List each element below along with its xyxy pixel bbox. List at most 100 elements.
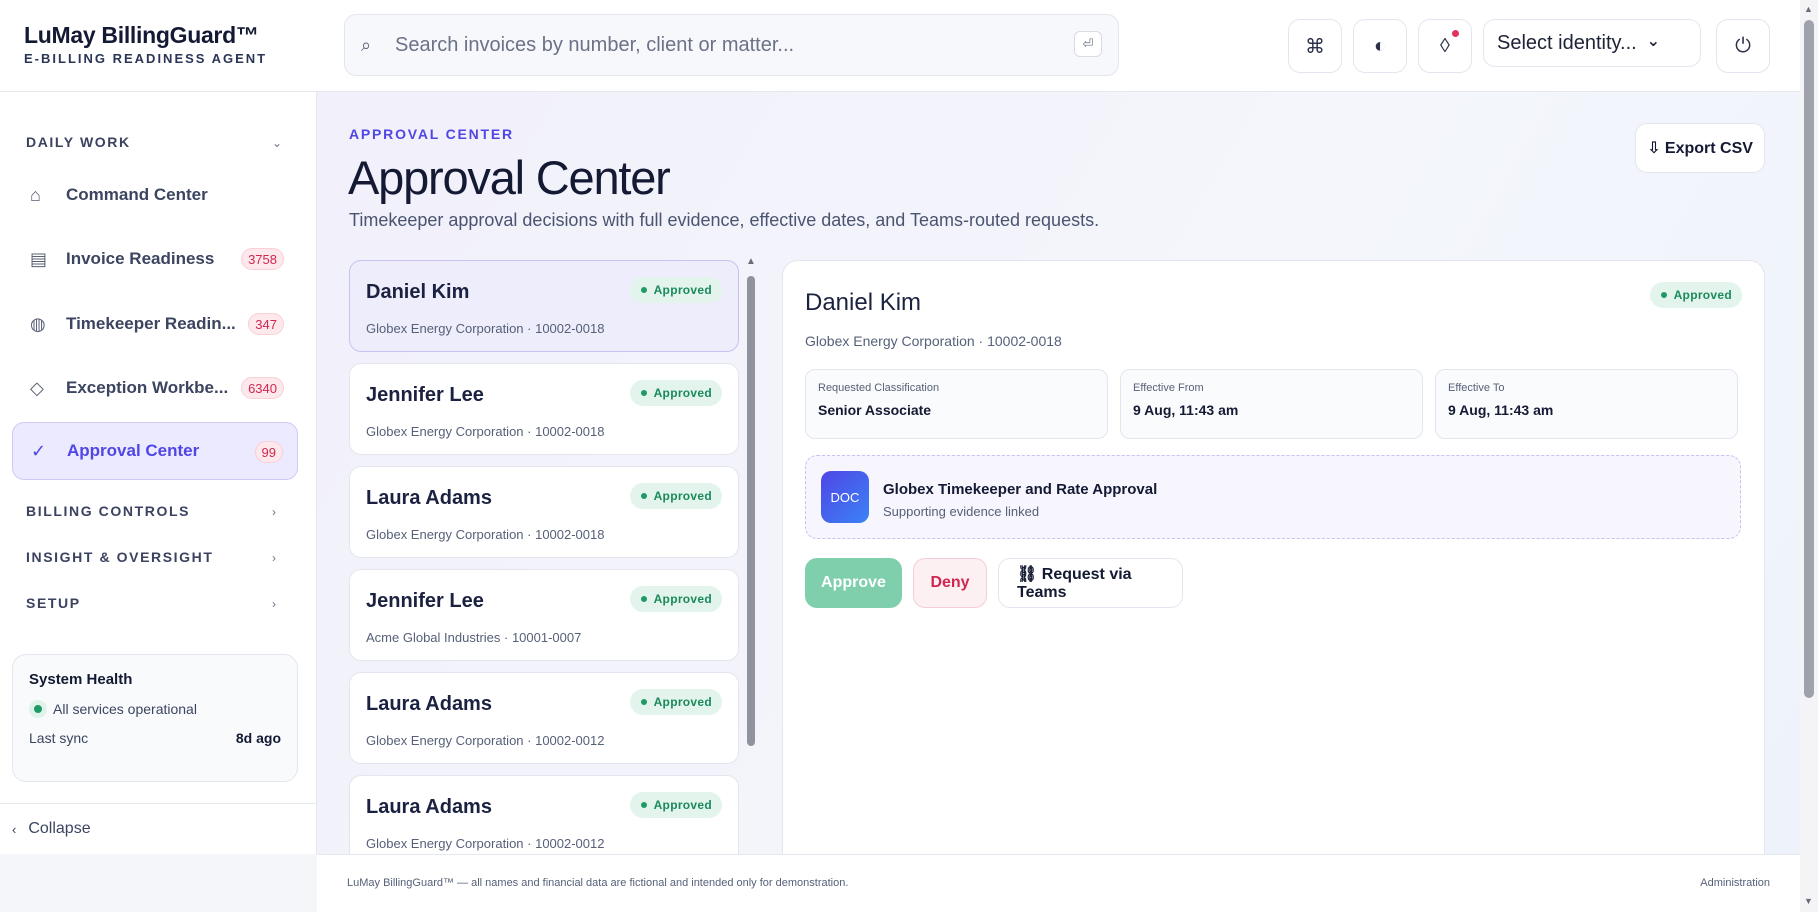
system-health-title: System Health (29, 671, 133, 688)
request-card[interactable]: Jennifer Lee Approved Acme Global Indust… (349, 569, 739, 661)
field-label: Requested Classification (818, 382, 940, 394)
detail-client: Globex Energy Corporation · 10002-0018 (805, 333, 1062, 349)
section-billing-controls[interactable]: BILLING CONTROLS (26, 503, 190, 519)
sidebar-item-label: Timekeeper Readin... (66, 314, 236, 333)
notification-dot (1452, 30, 1459, 37)
sidebar-item-label: Approval Center (67, 441, 200, 460)
section-insight-oversight[interactable]: INSIGHT & OVERSIGHT (26, 549, 214, 565)
status-dot-icon (29, 700, 47, 718)
section-setup[interactable]: SETUP (26, 595, 81, 611)
status-badge: Approved (629, 380, 722, 406)
sidebar-item-timekeeper-readiness[interactable]: ◍ Timekeeper Readin... 347 (12, 295, 298, 353)
chevron-down-icon: ⌄ (1646, 33, 1660, 50)
field-label: Effective From (1133, 382, 1204, 394)
document-icon: DOC (821, 471, 869, 523)
request-client: Globex Energy Corporation · 10002-0012 (366, 733, 605, 748)
invoice-icon: ▤ (30, 248, 48, 269)
collapse-label: Collapse (28, 820, 91, 837)
evidence-subtitle: Supporting evidence linked (883, 504, 1040, 519)
sidebar-item-label: Exception Workbe... (66, 378, 229, 397)
field-effective-to: Effective To 9 Aug, 11:43 am (1435, 369, 1738, 439)
notifications-button[interactable]: ◊ (1418, 19, 1472, 73)
search-input[interactable] (395, 29, 1015, 61)
status-badge: Approved (629, 586, 722, 612)
status-badge: Approved (1649, 282, 1742, 308)
system-health-status-text: All services operational (53, 701, 197, 717)
power-icon: ⏻ (1735, 34, 1751, 57)
deny-button[interactable]: Deny (913, 558, 987, 608)
sidebar-item-command-center[interactable]: ⌂ Command Center (12, 166, 298, 224)
request-card[interactable]: Daniel Kim Approved Globex Energy Corpor… (349, 260, 739, 352)
search-icon: ⌕ (361, 35, 372, 55)
brand-subtitle: E-BILLING READINESS AGENT (24, 51, 268, 66)
notification-icon: ◊ (1440, 34, 1450, 57)
request-name: Laura Adams (366, 796, 492, 818)
last-sync-value: 8d ago (235, 730, 281, 746)
command-icon: ⌘ (1305, 35, 1325, 58)
theme-toggle-button[interactable]: ◐ (1353, 19, 1407, 73)
count-badge: 347 (248, 313, 284, 335)
brand[interactable]: LuMay BillingGuard™ E-BILLING READINESS … (24, 22, 267, 66)
field-label: Effective To (1448, 382, 1505, 394)
section-daily-work[interactable]: DAILY WORK (26, 134, 131, 150)
main-content: APPROVAL CENTER Approval Center Timekeep… (317, 92, 1800, 854)
status-badge: Approved (629, 277, 722, 303)
request-via-teams-button[interactable]: ⛓ Request via Teams (998, 558, 1183, 608)
system-health-card: System Health All services operational L… (12, 654, 298, 782)
request-card[interactable]: Laura Adams Approved Globex Energy Corpo… (349, 775, 739, 854)
page-scrollbar[interactable]: ▲ ▼ (1800, 0, 1818, 912)
administration-link[interactable]: Administration (1700, 877, 1770, 889)
contrast-icon: ◐ (1373, 34, 1387, 57)
request-client: Globex Energy Corporation · 10002-0018 (366, 424, 605, 439)
sidebar: DAILY WORK ⌄ ⌂ Command Center ▤ Invoice … (0, 92, 317, 854)
page-title: Approval Center (348, 151, 671, 204)
page-scroll-thumb[interactable] (1804, 20, 1814, 698)
evidence-link[interactable]: DOC Globex Timekeeper and Rate Approval … (805, 455, 1741, 539)
identity-select[interactable]: Select identity... ⌄ (1483, 19, 1701, 67)
field-effective-from: Effective From 9 Aug, 11:43 am (1120, 369, 1423, 439)
request-name: Daniel Kim (366, 281, 470, 303)
request-card[interactable]: Laura Adams Approved Globex Energy Corpo… (349, 672, 739, 764)
count-badge: 6340 (241, 377, 284, 399)
request-detail-panel: Daniel Kim Approved Globex Energy Corpor… (782, 260, 1765, 854)
sidebar-item-invoice-readiness[interactable]: ▤ Invoice Readiness 3758 (12, 230, 298, 288)
page-eyebrow: APPROVAL CENTER (349, 126, 514, 142)
enter-key-icon: ⏎ (1074, 31, 1102, 57)
field-requested-classification: Requested Classification Senior Associat… (805, 369, 1108, 439)
footer-disclaimer: LuMay BillingGuard™ — all names and fina… (347, 877, 849, 889)
chevron-right-icon[interactable]: › (272, 505, 276, 519)
request-list-scroll-thumb[interactable] (747, 276, 755, 746)
brand-name: LuMay BillingGuard™ (24, 22, 259, 48)
chevron-down-icon[interactable]: ⌄ (272, 136, 282, 150)
request-card[interactable]: Laura Adams Approved Globex Energy Corpo… (349, 466, 739, 558)
status-badge: Approved (629, 483, 722, 509)
check-icon: ✓ (31, 440, 47, 461)
collapse-sidebar-button[interactable]: ‹ Collapse (0, 803, 317, 854)
scroll-up-icon[interactable]: ▲ (746, 256, 756, 267)
last-sync-row: Last sync 8d ago (29, 730, 281, 746)
top-bar: LuMay BillingGuard™ E-BILLING READINESS … (0, 0, 1800, 92)
approve-button[interactable]: Approve (805, 558, 902, 608)
request-card[interactable]: Jennifer Lee Approved Globex Energy Corp… (349, 363, 739, 455)
chevron-right-icon[interactable]: › (272, 551, 276, 565)
field-value: 9 Aug, 11:43 am (1133, 402, 1239, 418)
sidebar-footer-area (0, 854, 317, 912)
request-list-scrollbar[interactable]: ▲ (746, 256, 757, 762)
scroll-up-icon[interactable]: ▲ (1804, 4, 1813, 14)
timekeeper-icon: ◍ (30, 313, 46, 334)
sidebar-item-label: Invoice Readiness (66, 249, 215, 268)
command-palette-button[interactable]: ⌘ (1288, 19, 1342, 73)
detail-name: Daniel Kim (805, 289, 922, 316)
chevron-right-icon[interactable]: › (272, 597, 276, 611)
request-name: Jennifer Lee (366, 384, 484, 406)
sign-out-button[interactable]: ⏻ (1716, 19, 1770, 73)
search-box: ⌕ ⏎ (344, 14, 1119, 76)
export-csv-button[interactable]: ⇩ Export CSV (1635, 123, 1765, 173)
sidebar-item-label: Command Center (66, 185, 208, 204)
sidebar-item-approval-center[interactable]: ✓ Approval Center 99 (12, 422, 298, 480)
sidebar-item-exception-workbench[interactable]: ◇ Exception Workbe... 6340 (12, 359, 298, 417)
field-value: Senior Associate (818, 402, 932, 418)
footer: LuMay BillingGuard™ — all names and fina… (317, 854, 1800, 912)
request-client: Globex Energy Corporation · 10002-0012 (366, 836, 605, 851)
scroll-down-icon[interactable]: ▼ (1804, 896, 1813, 906)
